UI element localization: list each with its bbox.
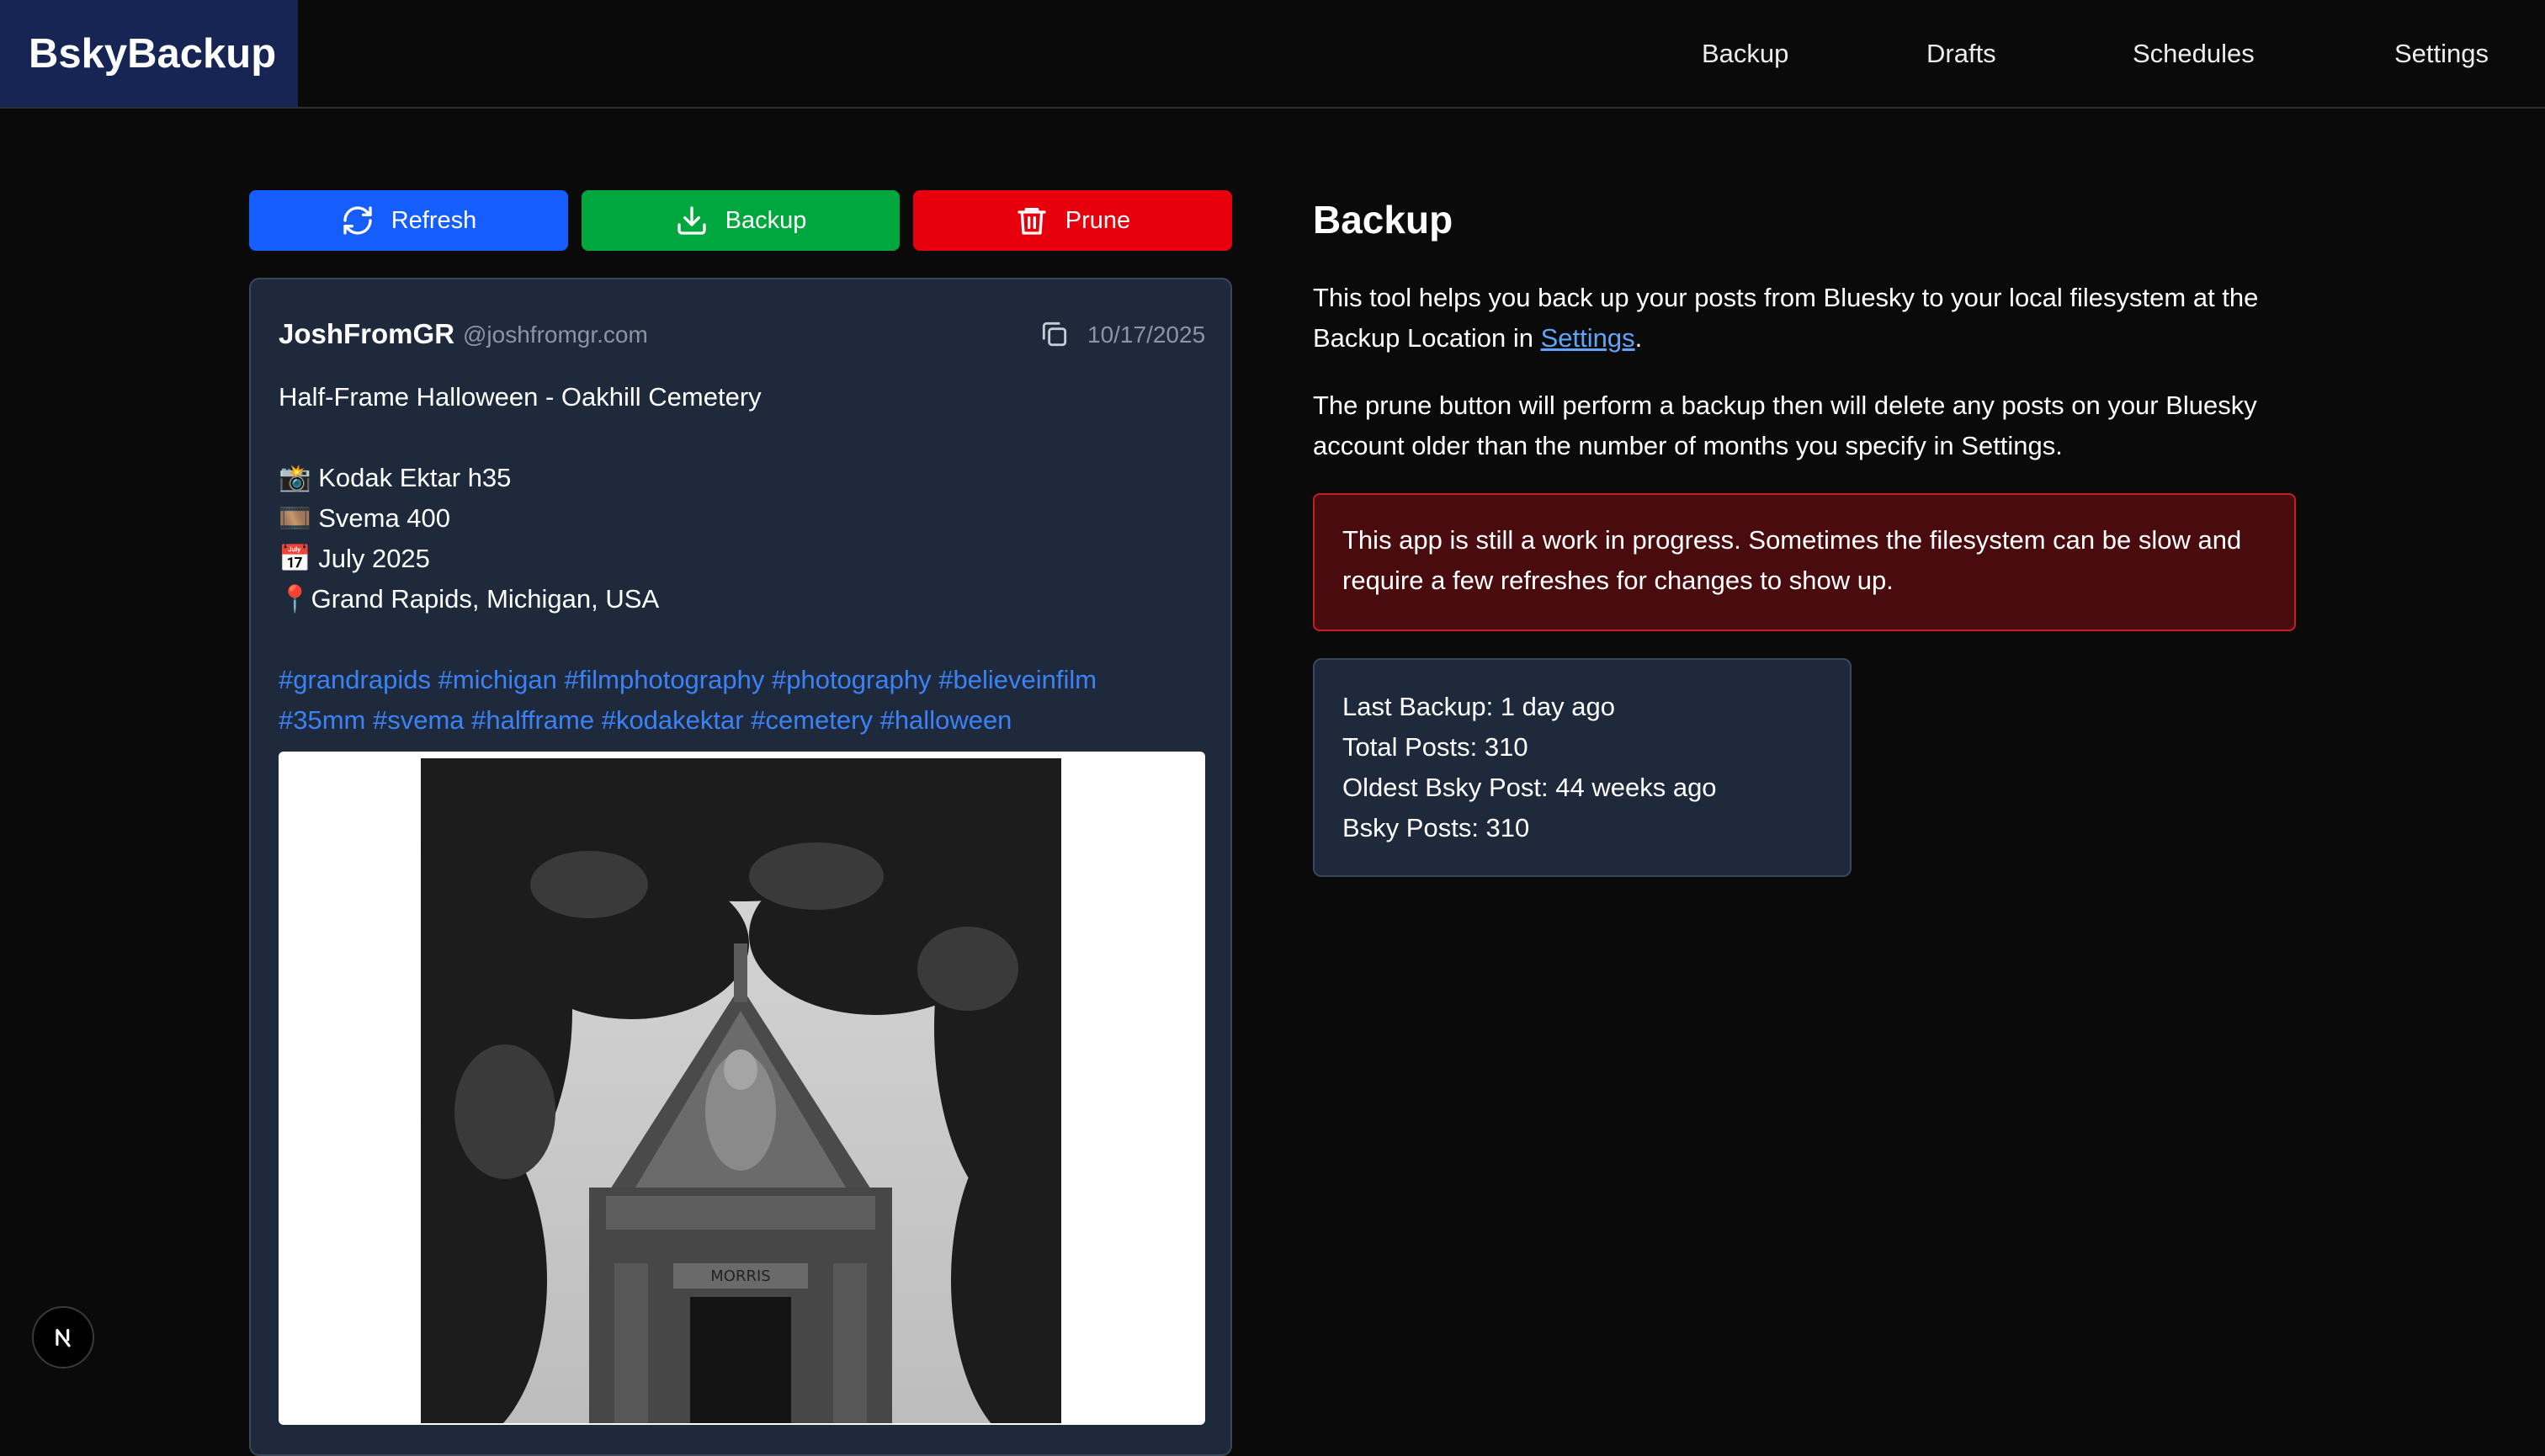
wip-warning-alert: This app is still a work in progress. So… [1313,493,2296,631]
hashtag-link[interactable]: #grandrapids [279,665,431,694]
hashtag-link[interactable]: #photography [772,665,932,694]
prune-description: The prune button will perform a backup t… [1313,391,2257,460]
hashtag-link[interactable]: #halloween [880,705,1012,735]
nextjs-logo-icon [56,1328,71,1347]
prune-button-label: Prune [1065,206,1131,234]
post-line: 🎞️ Svema 400 [279,503,451,533]
post-photo: MORRIS [421,758,1061,1423]
post-line [279,417,1204,458]
post-author-name: JoshFromGR [279,318,455,349]
refresh-button-label: Refresh [391,206,477,234]
stat-oldest-post: Oldest Bsky Post: 44 weeks ago [1342,773,1717,802]
post-card: JoshFromGR @joshfromgr.com 10/17/2025 Ha… [249,278,1232,1456]
hashtag-link[interactable]: #svema [373,705,465,735]
post-hashtags: #grandrapids #michigan #filmphotography … [279,660,1204,741]
nav-drafts[interactable]: Drafts [1926,0,1996,107]
post-image-frame[interactable]: MORRIS [279,752,1205,1425]
stat-last-backup: Last Backup: 1 day ago [1342,692,1616,721]
prune-button[interactable]: Prune [913,190,1232,251]
trash-icon [1017,208,1046,235]
hashtag-link[interactable]: #believeinfilm [938,665,1097,694]
nav-backup[interactable]: Backup [1702,0,1788,107]
refresh-icon [343,206,372,235]
photo-plaque-text: MORRIS [710,1267,770,1285]
hashtag-link[interactable]: #halfframe [471,705,594,735]
nav-schedules[interactable]: Schedules [2133,0,2255,107]
post-line: 📸 Kodak Ektar h35 [279,463,512,492]
hashtag-link[interactable]: #cemetery [751,705,873,735]
post-line: 📅 July 2025 [279,544,430,573]
post-body: Half-Frame Halloween - Oakhill Cemetery … [279,377,1204,619]
post-line: 📍Grand Rapids, Michigan, USA [279,584,660,614]
backup-button-label: Backup [725,206,807,234]
hashtag-link[interactable]: #kodakektar [602,705,744,735]
backup-button[interactable]: Backup [582,190,900,251]
backup-stats-card: Last Backup: 1 day ago Total Posts: 310 … [1313,658,1852,877]
stat-bsky-posts: Bsky Posts: 310 [1342,813,1530,842]
hashtag-link[interactable]: #filmphotography [565,665,765,694]
brand-logo[interactable]: BskyBackup [0,0,298,107]
nav-settings[interactable]: Settings [2394,0,2489,107]
post-line: Half-Frame Halloween - Oakhill Cemetery [279,382,762,412]
hashtag-link[interactable]: #michigan [438,665,557,694]
hashtag-link[interactable]: #35mm [279,705,365,735]
copy-icon[interactable] [1039,318,1071,350]
post-author-handle: @joshfromgr.com [463,321,648,348]
post-date: 10/17/2025 [1087,321,1206,348]
dev-tools-badge[interactable] [32,1306,94,1368]
intro-text: This tool helps you back up your posts f… [1313,283,2259,353]
intro-text-end: . [1634,323,1643,353]
top-navbar: BskyBackup Backup Drafts Schedules Setti… [0,0,2545,109]
refresh-button[interactable]: Refresh [249,190,568,251]
intro-paragraph: This tool helps you back up your posts f… [1313,278,2306,359]
stat-total-posts: Total Posts: 310 [1342,732,1528,762]
settings-link[interactable]: Settings [1541,323,1635,353]
page-title: Backup [1313,198,1453,242]
download-icon [677,206,706,235]
